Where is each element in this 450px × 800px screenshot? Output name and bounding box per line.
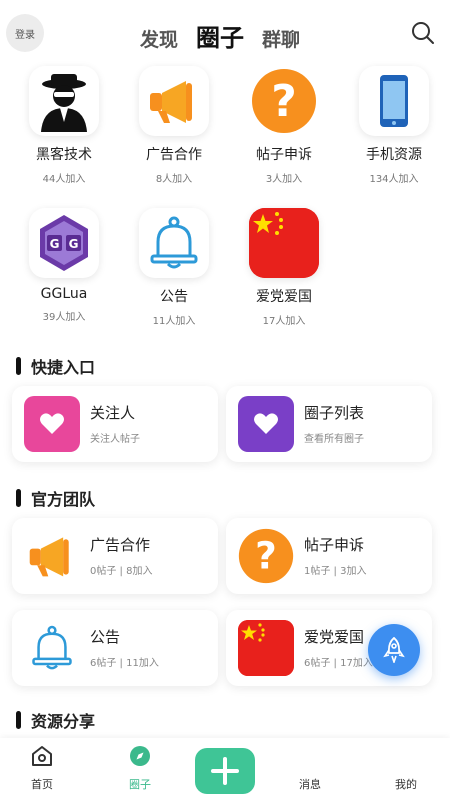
quick-card-follow[interactable]: 关注人 关注人帖子 <box>12 386 218 462</box>
rocket-icon <box>383 637 405 663</box>
circle-name: 帖子申诉 <box>256 147 312 163</box>
nav-messages[interactable]: 消息 <box>270 776 350 792</box>
card-subtitle: 查看所有圈子 <box>304 434 364 445</box>
china-flag-icon <box>249 208 319 278</box>
card-subtitle: 0帖子 | 8加入 <box>90 566 153 577</box>
megaphone-icon <box>139 66 209 136</box>
svg-text:G: G <box>69 237 79 251</box>
circle-item-gglua[interactable]: G G GGLua 39人加入 <box>9 208 119 323</box>
card-title: 圈子列表 <box>304 404 365 422</box>
hacker-icon <box>29 66 99 136</box>
megaphone-icon <box>24 528 80 584</box>
circle-item-hacker[interactable]: 黑客技术 44人加入 <box>9 66 119 185</box>
rocket-fab-button[interactable] <box>368 624 420 676</box>
section-title-text: 资源分享 <box>31 712 96 731</box>
plus-icon <box>211 757 239 785</box>
circle-item-ads[interactable]: 广告合作 8人加入 <box>119 66 229 185</box>
gg-icon: G G <box>29 208 99 278</box>
card-title: 公告 <box>90 628 121 646</box>
tab-circles[interactable]: 圈子 <box>196 18 244 53</box>
circle-name: 公告 <box>160 289 188 305</box>
top-header: 登录 发现 圈子 群聊 <box>0 0 450 64</box>
circle-name: 广告合作 <box>146 147 202 163</box>
tab-discover[interactable]: 发现 <box>140 25 178 52</box>
circle-item-patriot[interactable]: 爱党爱国 17人加入 <box>229 208 339 327</box>
nav-label: 消息 <box>299 778 321 791</box>
section-title-official: 官方团队 <box>16 486 95 510</box>
section-title-text: 快捷入口 <box>31 358 96 377</box>
nav-label: 我的 <box>395 778 417 791</box>
nav-label: 圈子 <box>129 778 151 791</box>
nav-home[interactable]: 首页 <box>2 744 82 792</box>
question-icon: ? <box>238 528 294 584</box>
section-marker <box>16 489 21 507</box>
compass-icon <box>130 746 150 766</box>
circle-name: 爱党爱国 <box>256 289 312 305</box>
nav-label: 首页 <box>31 778 53 791</box>
question-icon: ? <box>249 66 319 136</box>
card-subtitle: 6帖子 | 11加入 <box>90 658 159 669</box>
china-flag-icon <box>238 620 294 676</box>
nav-me[interactable]: 我的 <box>366 776 446 792</box>
card-title: 关注人 <box>90 404 136 422</box>
svg-text:?: ? <box>271 76 297 127</box>
card-title: 广告合作 <box>90 536 151 554</box>
heart-icon <box>238 396 294 452</box>
card-subtitle: 关注人帖子 <box>90 434 140 445</box>
home-icon <box>32 746 52 766</box>
svg-text:G: G <box>50 237 60 251</box>
official-card-ads[interactable]: 广告合作 0帖子 | 8加入 <box>12 518 218 594</box>
top-tabs: 发现 圈子 群聊 <box>140 18 300 53</box>
circle-count: 8人加入 <box>155 174 193 185</box>
circle-name: 黑客技术 <box>36 147 92 163</box>
section-title-quick: 快捷入口 <box>16 354 95 378</box>
svg-text:?: ? <box>255 534 277 578</box>
heart-icon <box>24 396 80 452</box>
section-title-text: 官方团队 <box>31 490 96 509</box>
circle-count: 17人加入 <box>262 316 306 327</box>
card-subtitle: 1帖子 | 3加入 <box>304 566 367 577</box>
nav-circles[interactable]: 圈子 <box>100 744 180 792</box>
official-card-appeal[interactable]: ? 帖子申诉 1帖子 | 3加入 <box>226 518 432 594</box>
login-button[interactable]: 登录 <box>6 14 44 52</box>
section-title-resources: 资源分享 <box>16 708 95 732</box>
circle-count: 3人加入 <box>265 174 303 185</box>
card-title: 帖子申诉 <box>304 536 365 554</box>
circle-name: GGLua <box>40 286 88 302</box>
circle-item-notice[interactable]: 公告 11人加入 <box>119 208 229 327</box>
search-icon[interactable] <box>410 20 436 46</box>
card-subtitle: 6帖子 | 17加入 <box>304 658 373 669</box>
section-marker <box>16 357 21 375</box>
phone-icon <box>359 66 429 136</box>
circle-count: 39人加入 <box>42 312 86 323</box>
official-card-notice[interactable]: 公告 6帖子 | 11加入 <box>12 610 218 686</box>
section-marker <box>16 711 21 729</box>
bell-icon <box>139 208 209 278</box>
circle-item-phone[interactable]: 手机资源 134人加入 <box>339 66 449 185</box>
add-post-button[interactable] <box>195 748 255 794</box>
circle-item-appeal[interactable]: ? 帖子申诉 3人加入 <box>229 66 339 185</box>
circle-name: 手机资源 <box>366 147 422 163</box>
circle-count: 44人加入 <box>42 174 86 185</box>
bell-icon <box>24 620 80 676</box>
tab-group-chat[interactable]: 群聊 <box>262 25 300 52</box>
card-title: 爱党爱国 <box>304 628 365 646</box>
circle-count: 11人加入 <box>152 316 196 327</box>
circle-count: 134人加入 <box>369 174 419 185</box>
quick-card-circle-list[interactable]: 圈子列表 查看所有圈子 <box>226 386 432 462</box>
